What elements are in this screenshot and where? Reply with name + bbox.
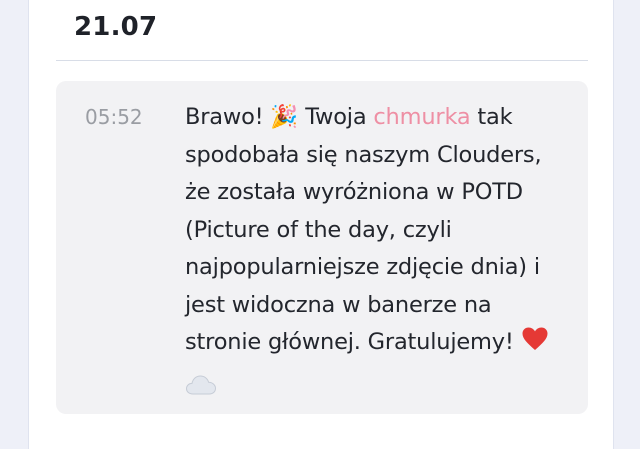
heart-icon <box>521 326 549 365</box>
notification-card: 21.07 05:52 Brawo! 🎉 Twoja chmurka tak s… <box>28 0 614 449</box>
party-popper-icon: 🎉 <box>270 104 299 130</box>
message-text-start: Brawo! <box>185 104 271 130</box>
message-text-body: tak spodobała się naszym Clouders, że zo… <box>185 104 542 355</box>
divider <box>56 60 588 61</box>
message-text: Brawo! 🎉 Twoja chmurka tak spodobała się… <box>185 99 565 408</box>
date-heading: 21.07 <box>74 12 158 42</box>
chmurka-link[interactable]: chmurka <box>373 104 470 130</box>
message-text-twoja: Twoja <box>298 104 374 130</box>
message-bubble: 05:52 Brawo! 🎉 Twoja chmurka tak spodoba… <box>56 81 588 414</box>
cloud-icon <box>185 371 217 409</box>
message-time: 05:52 <box>85 105 143 129</box>
